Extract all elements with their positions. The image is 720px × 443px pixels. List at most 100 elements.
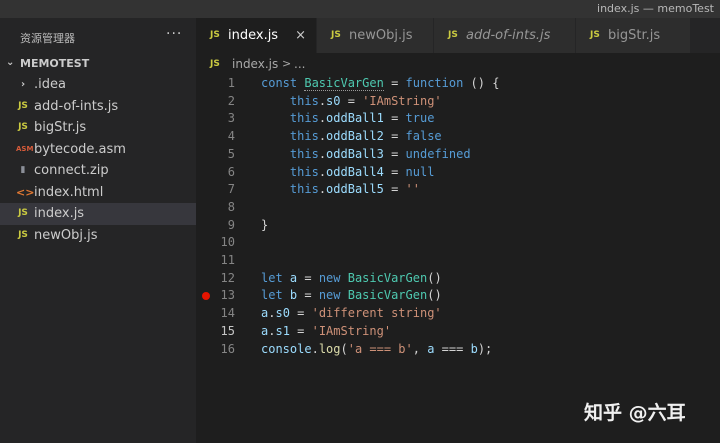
code-text: this.s0 = 'IAmString' [261, 93, 442, 111]
watermark: 知乎 @六耳 [584, 402, 686, 424]
sidebar-item[interactable]: JS index.js [0, 203, 196, 225]
breadcrumb-trail[interactable]: ... [294, 53, 305, 75]
code-token: = [383, 146, 406, 161]
tab-label: index.js [228, 28, 279, 43]
editor-tab[interactable]: JS newObj.js [317, 18, 434, 53]
code-line[interactable]: 15 a.s1 = 'IAmString' [196, 323, 720, 341]
code-line[interactable]: 7 this.oddBall5 = '' [196, 181, 720, 199]
code-text: this.oddBall3 = undefined [261, 146, 471, 164]
code-token: . [318, 164, 327, 179]
sidebar-item-label: bigStr.js [34, 120, 87, 135]
code-token: = [340, 93, 363, 108]
code-text: const BasicVarGen = function () { [261, 75, 499, 93]
code-token: = [297, 270, 319, 285]
code-text: a.s1 = 'IAmString' [261, 323, 391, 341]
code-token: . [311, 341, 319, 356]
breadcrumb: JS index.js > ... [196, 53, 720, 75]
line-number: 11 [220, 253, 235, 267]
sidebar-item-label: connect.zip [34, 163, 109, 178]
tab-label: bigStr.js [608, 28, 661, 43]
code-token: BasicVarGen [347, 288, 428, 303]
code-token: = [383, 76, 406, 90]
code-token: s0 [275, 306, 290, 321]
code-token: console [261, 341, 312, 356]
code-line[interactable]: 2 this.s0 = 'IAmString' [196, 93, 720, 111]
sidebar-item-label: index.html [34, 184, 104, 200]
code-token: let [261, 288, 290, 303]
code-text: a.s0 = 'different string' [261, 305, 442, 323]
tab-label: add-of-ints.js [466, 28, 551, 43]
line-number: 14 [220, 306, 235, 321]
line-number: 10 [220, 235, 235, 250]
explorer-title: 资源管理器 [20, 32, 75, 45]
code-line[interactable]: 16 console.log('a === b', a === b); [196, 341, 720, 359]
explorer-sidebar: 资源管理器 ··· ⌄ MEMOTEST › .idea JS add-of-ints… [0, 18, 196, 443]
sidebar-item-label: .idea [34, 77, 66, 92]
code-text: this.oddBall5 = '' [261, 181, 420, 199]
code-line[interactable]: 6 this.oddBall4 = null [196, 164, 720, 182]
code-line[interactable]: 1 const BasicVarGen = function () { [196, 75, 720, 93]
js-file-icon: JS [210, 30, 220, 40]
code-line[interactable]: 12 let a = new BasicVarGen() [196, 270, 720, 288]
code-token: . [318, 129, 327, 144]
code-token: = [383, 164, 406, 179]
code-line[interactable]: 9} [196, 217, 720, 235]
code-token: undefined [405, 146, 471, 161]
code-token: . [318, 182, 327, 197]
code-line[interactable]: 5 this.oddBall3 = undefined [196, 146, 720, 164]
title-bar: index.js — memoTest [0, 0, 720, 18]
code-token: = [289, 323, 312, 338]
sidebar-item[interactable]: JS add-of-ints.js [0, 96, 196, 118]
js-file-icon: JS [18, 122, 28, 132]
code-token: this [289, 164, 319, 179]
editor-tab[interactable]: JS index.js × [196, 18, 317, 53]
code-token: b [470, 341, 478, 356]
code-line[interactable]: 14 a.s0 = 'different string' [196, 305, 720, 323]
code-token: false [405, 129, 442, 144]
code-token: oddBall4 [326, 164, 384, 179]
editor-tab[interactable]: JS bigStr.js [576, 18, 691, 53]
code-line[interactable]: 13 let b = new BasicVarGen() [196, 287, 720, 305]
sidebar-item-label: newObj.js [34, 227, 98, 243]
breadcrumb-separator-icon: > [282, 57, 292, 70]
line-number: 12 [220, 270, 235, 285]
code-text: this.oddBall1 = true [261, 110, 435, 128]
tab-label: newObj.js [349, 28, 413, 43]
code-token: 'a === b' [347, 341, 413, 356]
close-icon[interactable]: × [295, 18, 306, 53]
code-line[interactable]: 10 [196, 234, 720, 252]
code-token: BasicVarGen [347, 270, 428, 285]
code-line[interactable]: 8 [196, 199, 720, 217]
sidebar-item-label: index.js [34, 206, 85, 221]
code-token: s0 [326, 93, 341, 108]
code-token: ( [340, 341, 348, 356]
breadcrumb-file[interactable]: index.js [232, 53, 278, 75]
sidebar-item[interactable]: JS bigStr.js [0, 117, 196, 139]
code-token: BasicVarGen [304, 76, 384, 91]
editor-tab[interactable]: JS add-of-ints.js [434, 18, 576, 53]
code-token: new [318, 270, 348, 285]
sidebar-item[interactable]: › .idea [0, 74, 196, 96]
code-token: new [318, 288, 348, 303]
code-token: 'IAmString' [362, 93, 442, 108]
code-text: console.log('a === b', a === b); [261, 341, 492, 359]
sidebar-item[interactable]: ASM bytecode.asm [0, 139, 196, 161]
code-text: this.oddBall4 = null [261, 164, 435, 182]
code-token: this [289, 111, 319, 126]
sidebar-item[interactable]: <> index.html [0, 182, 196, 204]
code-token: = [383, 182, 406, 197]
js-file-icon: JS [448, 30, 458, 40]
file-tree: › .idea JS add-of-ints.js JS bigStr.js ASM byte… [0, 74, 196, 246]
code-line[interactable]: 11 [196, 252, 720, 270]
code-token: true [405, 111, 435, 126]
folder-header[interactable]: ⌄ MEMOTEST [0, 54, 196, 74]
code-editor[interactable]: 1 const BasicVarGen = function () {2 this… [196, 75, 720, 443]
sidebar-item[interactable]: ▮ connect.zip [0, 160, 196, 182]
code-line[interactable]: 3 this.oddBall1 = true [196, 110, 720, 128]
sidebar-item[interactable]: JS newObj.js [0, 225, 196, 247]
code-line[interactable]: 4 this.oddBall2 = false [196, 128, 720, 146]
more-actions-icon[interactable]: ··· [166, 26, 182, 42]
